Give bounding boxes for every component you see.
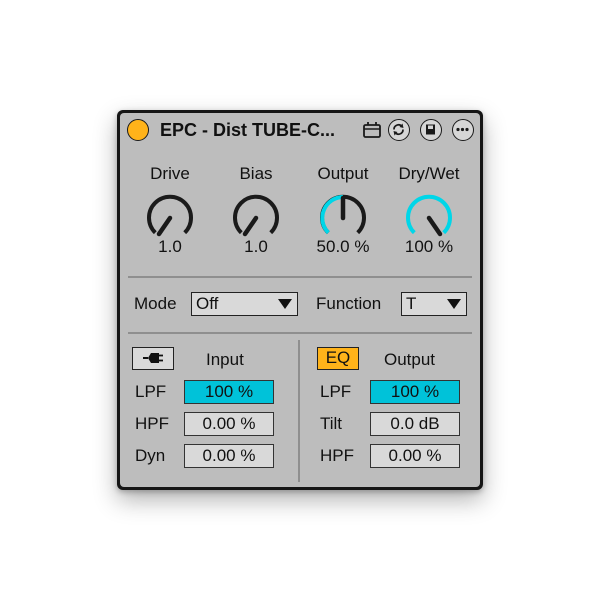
hot-swap-icon[interactable] bbox=[388, 119, 410, 141]
function-selected-value: T bbox=[406, 294, 417, 313]
input-lpf-label: LPF bbox=[135, 382, 167, 401]
bias-label: Bias bbox=[239, 164, 273, 183]
drive-value: 1.0 bbox=[158, 237, 182, 256]
function-select[interactable]: T bbox=[401, 292, 467, 316]
device-body: Drive 1.0 Bias 1.0 Output 50.0 % Dry/Wet… bbox=[120, 146, 480, 487]
eq-button[interactable]: EQ bbox=[317, 347, 359, 370]
dry-wet-label: Dry/Wet bbox=[398, 164, 460, 183]
input-lpf-field[interactable]: 100 % bbox=[184, 380, 274, 404]
more-options-icon[interactable] bbox=[452, 119, 474, 141]
device-power-button[interactable] bbox=[127, 119, 149, 141]
mode-label: Mode bbox=[134, 294, 177, 313]
output-tilt-label: Tilt bbox=[320, 414, 343, 433]
input-dyn-field[interactable]: 0.00 % bbox=[184, 444, 274, 468]
save-icon[interactable] bbox=[420, 119, 442, 141]
tape-icon[interactable] bbox=[361, 119, 383, 141]
drive-label: Drive bbox=[150, 164, 190, 183]
plug-button[interactable] bbox=[132, 347, 174, 370]
chevron-down-icon bbox=[447, 299, 461, 309]
chevron-down-icon bbox=[278, 299, 292, 309]
input-hpf-label: HPF bbox=[135, 414, 169, 433]
device-window: EPC - Dist TUBE-C... Drive 1.0 Bias 1.0 … bbox=[117, 110, 483, 490]
output-lpf-field[interactable]: 100 % bbox=[370, 380, 460, 404]
output-knob-label: Output bbox=[317, 164, 369, 183]
column-divider bbox=[298, 340, 300, 482]
dry-wet-value: 100 % bbox=[404, 237, 454, 256]
input-dyn-label: Dyn bbox=[135, 446, 166, 465]
input-hpf-field[interactable]: 0.00 % bbox=[184, 412, 274, 436]
output-knob-value: 50.0 % bbox=[316, 237, 370, 256]
bias-value: 1.0 bbox=[244, 237, 268, 256]
section-divider bbox=[128, 332, 472, 334]
title-bar: EPC - Dist TUBE-C... bbox=[120, 113, 480, 146]
output-hpf-label: HPF bbox=[320, 446, 354, 465]
mode-select[interactable]: Off bbox=[191, 292, 298, 316]
output-section-title: Output bbox=[384, 350, 436, 369]
mode-selected-value: Off bbox=[196, 294, 219, 313]
section-divider bbox=[128, 276, 472, 278]
function-label: Function bbox=[316, 294, 382, 313]
output-tilt-field[interactable]: 0.0 dB bbox=[370, 412, 460, 436]
input-section-title: Input bbox=[206, 350, 244, 369]
output-lpf-label: LPF bbox=[320, 382, 352, 401]
output-hpf-field[interactable]: 0.00 % bbox=[370, 444, 460, 468]
device-title: EPC - Dist TUBE-C... bbox=[160, 120, 336, 140]
plug-icon bbox=[142, 353, 163, 363]
